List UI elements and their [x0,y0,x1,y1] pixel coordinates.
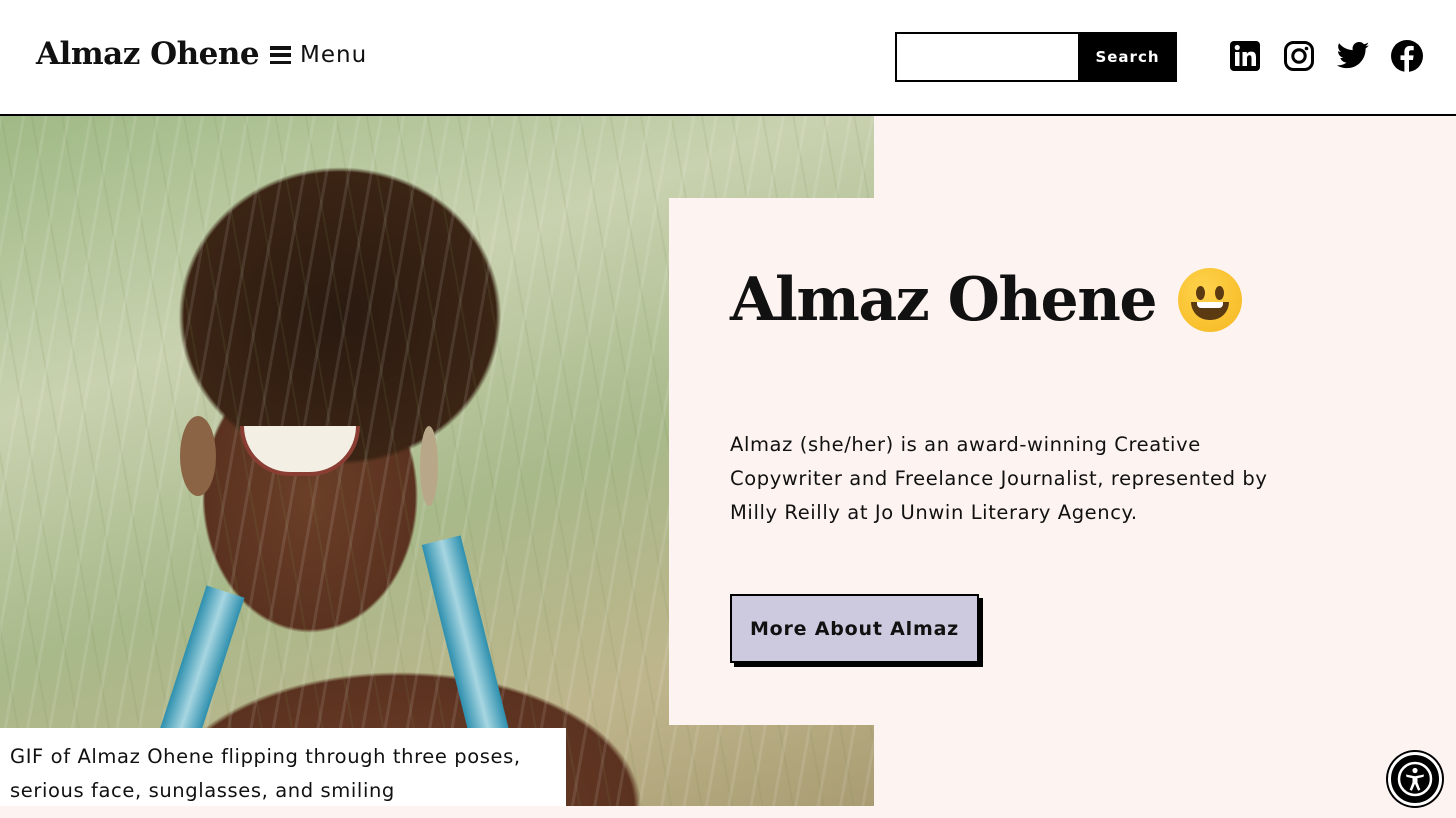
search-input[interactable] [895,32,1078,82]
instagram-icon[interactable] [1282,38,1316,74]
social-links [1228,38,1424,74]
hero-heading: Almaz Ohene [730,265,1243,335]
facebook-icon[interactable] [1390,38,1424,74]
accessibility-icon[interactable] [1388,752,1442,806]
hero-bio: Almaz (she/her) is an award-winning Crea… [730,433,1268,524]
more-about-button[interactable]: More About Almaz [730,594,979,663]
search-button[interactable]: Search [1078,32,1177,82]
search-form: Search [895,32,1177,82]
menu-button[interactable]: Menu [270,42,367,68]
site-title[interactable]: Almaz Ohene [36,36,260,72]
grinning-face-icon [1178,268,1243,332]
hamburger-icon [270,46,291,64]
menu-label: Menu [300,42,368,68]
hero-title: Almaz Ohene [730,265,1158,335]
image-caption: GIF of Almaz Ohene flipping through thre… [0,728,566,806]
twitter-icon[interactable] [1336,38,1370,74]
site-header: Almaz Ohene Menu Search [0,0,1456,116]
linkedin-icon[interactable] [1228,38,1262,74]
